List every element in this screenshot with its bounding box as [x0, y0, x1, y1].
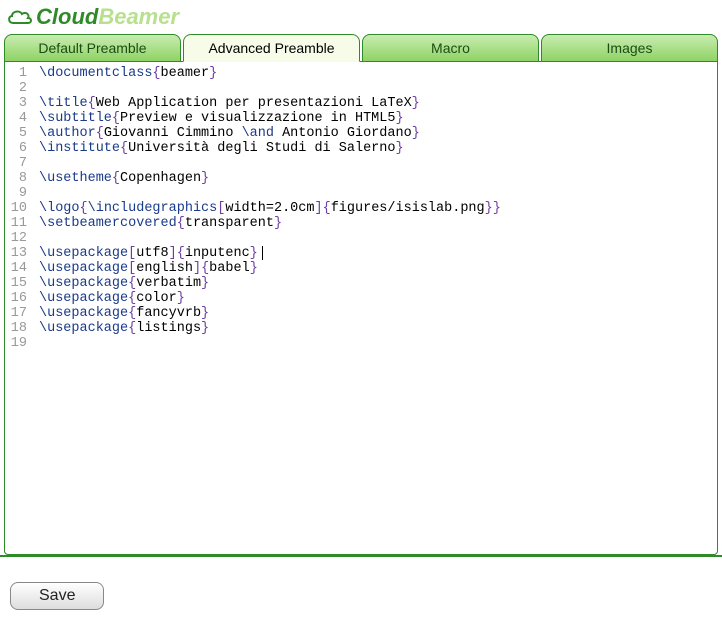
line-number: 5	[5, 126, 27, 141]
line-number: 14	[5, 261, 27, 276]
code-line: \usepackage[utf8]{inputenc}	[39, 246, 713, 261]
code-line: \usepackage{fancyvrb}	[39, 306, 713, 321]
line-number: 13	[5, 246, 27, 261]
save-button[interactable]: Save	[10, 582, 104, 610]
line-number: 16	[5, 291, 27, 306]
code-line: \subtitle{Preview e visualizzazione in H…	[39, 111, 713, 126]
code-line: \documentclass{beamer}	[39, 66, 713, 81]
line-number: 9	[5, 186, 27, 201]
code-line: \usepackage[english]{babel}	[39, 261, 713, 276]
tab-default-preamble[interactable]: Default Preamble	[4, 34, 181, 62]
line-number: 4	[5, 111, 27, 126]
code-line: \usetheme{Copenhagen}	[39, 171, 713, 186]
line-number: 10	[5, 201, 27, 216]
code-line	[39, 156, 713, 171]
code-line	[39, 231, 713, 246]
line-number: 6	[5, 141, 27, 156]
editor-panel: 12345678910111213141516171819 \documentc…	[4, 61, 718, 555]
app-logo: CloudBeamer	[0, 0, 722, 34]
code-line: \usepackage{color}	[39, 291, 713, 306]
code-line: \institute{Università degli Studi di Sal…	[39, 141, 713, 156]
line-number: 1	[5, 66, 27, 81]
code-line: \usepackage{verbatim}	[39, 276, 713, 291]
app-title: CloudBeamer	[36, 4, 179, 30]
tab-bar: Default Preamble Advanced Preamble Macro…	[0, 34, 722, 62]
line-number: 15	[5, 276, 27, 291]
tab-macro[interactable]: Macro	[362, 34, 539, 62]
code-line: \usepackage{listings}	[39, 321, 713, 336]
line-number: 7	[5, 156, 27, 171]
line-number: 17	[5, 306, 27, 321]
line-number: 12	[5, 231, 27, 246]
code-line: \title{Web Application per presentazioni…	[39, 96, 713, 111]
code-area[interactable]: \documentclass{beamer} \title{Web Applic…	[31, 62, 717, 554]
code-line: \setbeamercovered{transparent}	[39, 216, 713, 231]
line-number: 8	[5, 171, 27, 186]
line-number: 19	[5, 336, 27, 351]
line-number: 3	[5, 96, 27, 111]
line-number: 2	[5, 81, 27, 96]
line-number-gutter: 12345678910111213141516171819	[5, 62, 31, 554]
code-line: \author{Giovanni Cimmino \and Antonio Gi…	[39, 126, 713, 141]
text-cursor	[262, 246, 263, 260]
cloud-icon	[6, 7, 34, 27]
code-line	[39, 336, 713, 351]
line-number: 18	[5, 321, 27, 336]
tab-images[interactable]: Images	[541, 34, 718, 62]
line-number: 11	[5, 216, 27, 231]
footer: Save	[10, 582, 104, 610]
code-line	[39, 186, 713, 201]
code-line: \logo{\includegraphics[width=2.0cm]{figu…	[39, 201, 713, 216]
code-editor[interactable]: 12345678910111213141516171819 \documentc…	[5, 62, 717, 554]
code-line	[39, 81, 713, 96]
tab-advanced-preamble[interactable]: Advanced Preamble	[183, 34, 360, 62]
divider	[0, 555, 722, 557]
